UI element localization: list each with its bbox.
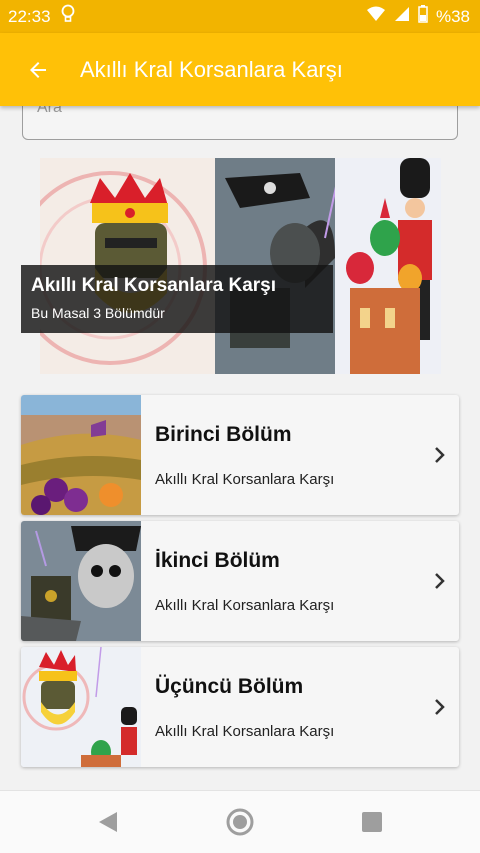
episode-subtitle: Akıllı Kral Korsanlara Karşı [155, 722, 335, 740]
episode-card-3[interactable]: Üçüncü Bölüm Akıllı Kral Korsanlara Karş… [21, 647, 459, 767]
episode-thumbnail [21, 647, 141, 767]
episode-text: Üçüncü Bölüm Akıllı Kral Korsanlara Karş… [141, 675, 419, 740]
episode-card-1[interactable]: Birinci Bölüm Akıllı Kral Korsanlara Kar… [21, 395, 459, 515]
hero-caption: Akıllı Kral Korsanlara Karşı Bu Masal 3 … [21, 265, 333, 333]
episode-text: Birinci Bölüm Akıllı Kral Korsanlara Kar… [141, 423, 419, 488]
episode-subtitle: Akıllı Kral Korsanlara Karşı [155, 470, 335, 488]
circle-home-icon [226, 808, 254, 836]
status-time: 22:33 [8, 6, 51, 26]
episode-text: İkinci Bölüm Akıllı Kral Korsanlara Karş… [141, 549, 419, 614]
episode-card-2[interactable]: İkinci Bölüm Akıllı Kral Korsanlara Karş… [21, 521, 459, 641]
signal-icon [394, 6, 410, 27]
search-input[interactable] [37, 106, 443, 117]
hero-subtitle: Bu Masal 3 Bölümdür [31, 305, 165, 321]
arrow-back-icon [30, 61, 46, 78]
episode-subtitle: Akıllı Kral Korsanlara Karşı [155, 596, 335, 614]
battery-percent: %38 [435, 6, 470, 26]
square-recents-icon [362, 812, 382, 832]
episode-title: Birinci Bölüm [155, 422, 292, 446]
triangle-back-icon [99, 812, 117, 832]
nav-recents-button[interactable] [352, 802, 392, 842]
hero-title: Akıllı Kral Korsanlara Karşı [31, 275, 276, 296]
app-bar: Akıllı Kral Korsanlara Karşı [0, 33, 480, 106]
notification-bulb-icon [61, 4, 75, 29]
main-content: Akıllı Kral Korsanlara Karşı Bu Masal 3 … [0, 106, 480, 790]
episode-thumbnail [21, 521, 141, 641]
chevron-right-icon [419, 698, 459, 716]
battery-icon [418, 5, 428, 28]
episode-title: Üçüncü Bölüm [155, 674, 304, 698]
back-button[interactable] [8, 40, 68, 100]
episode-title: İkinci Bölüm [155, 548, 280, 572]
nav-back-button[interactable] [88, 802, 128, 842]
search-field[interactable] [22, 106, 458, 140]
page-title: Akıllı Kral Korsanlara Karşı [80, 56, 343, 82]
chevron-right-icon [419, 572, 459, 590]
system-nav-bar [0, 790, 480, 853]
episode-thumbnail [21, 395, 141, 515]
nav-home-button[interactable] [220, 802, 260, 842]
status-bar: 22:33 %38 [0, 0, 480, 33]
wifi-icon [366, 6, 386, 27]
chevron-right-icon [419, 446, 459, 464]
